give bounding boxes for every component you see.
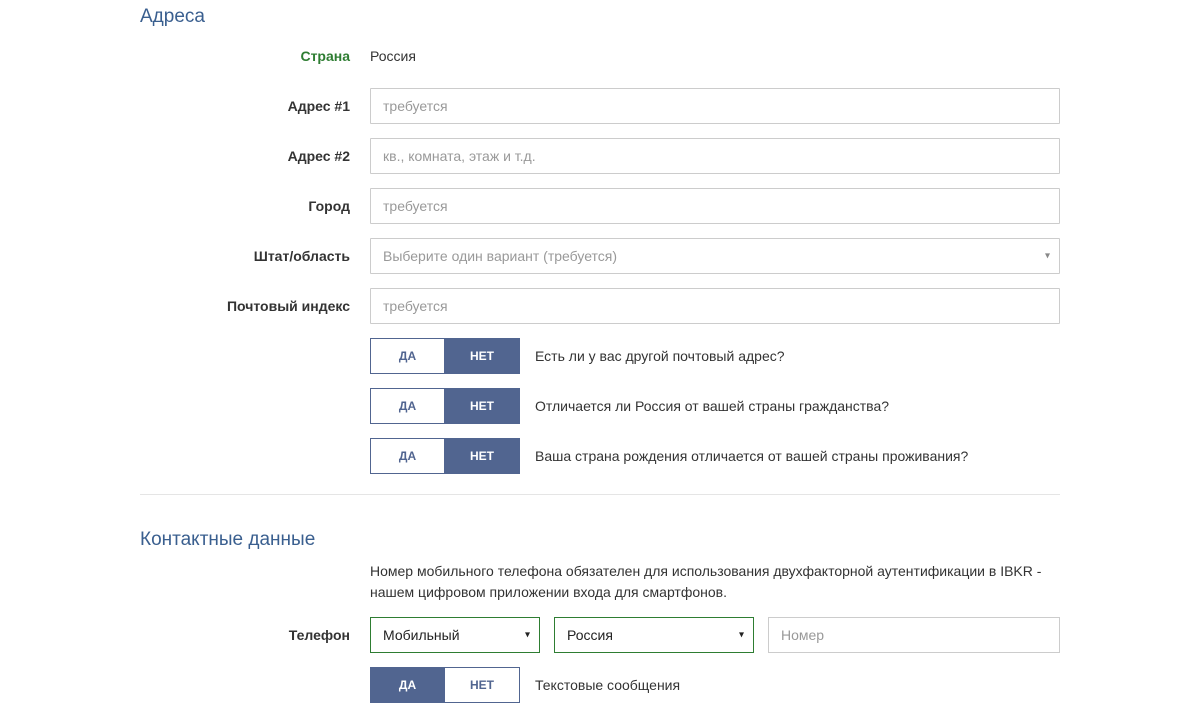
contact-help-text: Номер мобильного телефона обязателен для… bbox=[370, 561, 1060, 603]
address1-input[interactable] bbox=[370, 88, 1060, 124]
zip-input[interactable] bbox=[370, 288, 1060, 324]
question-differs-citizenship: Отличается ли Россия от вашей страны гра… bbox=[535, 398, 889, 414]
phone-type-select[interactable]: Мобильный bbox=[370, 617, 540, 653]
address2-input[interactable] bbox=[370, 138, 1060, 174]
sms-yes-button[interactable]: ДА bbox=[370, 667, 445, 703]
phone-country-select[interactable]: Россия bbox=[554, 617, 754, 653]
section-title-contact: Контактные данные bbox=[140, 523, 1060, 561]
label-country: Страна bbox=[140, 48, 370, 64]
value-country: Россия bbox=[370, 48, 416, 64]
birth-differs-no-button[interactable]: НЕТ bbox=[445, 438, 520, 474]
label-zip: Почтовый индекс bbox=[140, 298, 370, 314]
sms-label: Текстовые сообщения bbox=[535, 677, 680, 693]
sms-no-button[interactable]: НЕТ bbox=[445, 667, 520, 703]
phone-number-input[interactable] bbox=[768, 617, 1060, 653]
differs-citizenship-no-button[interactable]: НЕТ bbox=[445, 388, 520, 424]
section-title-address: Адреса bbox=[140, 0, 1060, 38]
label-city: Город bbox=[140, 198, 370, 214]
label-address1: Адрес #1 bbox=[140, 98, 370, 114]
label-phone: Телефон bbox=[140, 627, 370, 643]
state-select[interactable]: Выберите один вариант (требуется) bbox=[370, 238, 1060, 274]
question-other-mailing: Есть ли у вас другой почтовый адрес? bbox=[535, 348, 785, 364]
label-state: Штат/область bbox=[140, 248, 370, 264]
other-mailing-no-button[interactable]: НЕТ bbox=[445, 338, 520, 374]
differs-citizenship-yes-button[interactable]: ДА bbox=[370, 388, 445, 424]
other-mailing-yes-button[interactable]: ДА bbox=[370, 338, 445, 374]
label-address2: Адрес #2 bbox=[140, 148, 370, 164]
city-input[interactable] bbox=[370, 188, 1060, 224]
birth-differs-yes-button[interactable]: ДА bbox=[370, 438, 445, 474]
question-birth-differs: Ваша страна рождения отличается от вашей… bbox=[535, 448, 968, 464]
section-divider bbox=[140, 494, 1060, 495]
